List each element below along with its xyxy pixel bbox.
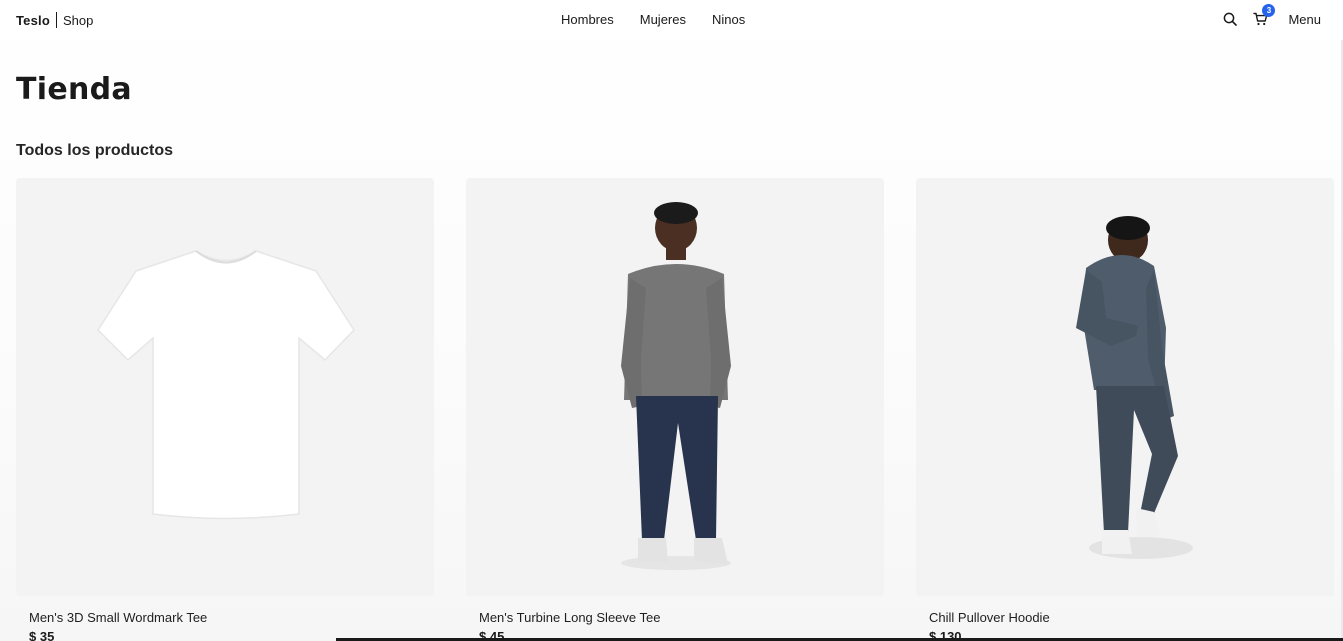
logo-link[interactable]: Teslo Shop xyxy=(16,12,93,28)
nav-link-hombres[interactable]: Hombres xyxy=(561,12,614,27)
nav-link-ninos[interactable]: Ninos xyxy=(712,12,745,27)
product-name[interactable]: Men's 3D Small Wordmark Tee xyxy=(29,610,207,625)
page-subtitle: Todos los productos xyxy=(16,142,174,159)
product-image[interactable] xyxy=(916,178,1334,596)
product-image[interactable] xyxy=(16,178,434,596)
pullover-hoodie-model-image xyxy=(1076,216,1193,559)
white-tshirt-image xyxy=(97,250,355,520)
header-actions: 3 Menu xyxy=(1222,4,1321,28)
cart-button[interactable]: 3 xyxy=(1252,4,1276,28)
logo-shop-label: Shop xyxy=(63,12,94,28)
product-name[interactable]: Chill Pullover Hoodie xyxy=(929,610,1050,625)
search-button[interactable] xyxy=(1222,10,1238,28)
top-navbar: Teslo Shop Hombres Mujeres Ninos 3 Menu xyxy=(0,0,1343,40)
main-nav: Hombres Mujeres Ninos xyxy=(561,12,745,27)
product-card[interactable]: Chill Pullover Hoodie $ 130 xyxy=(916,178,1334,641)
product-price: $ 35 xyxy=(29,629,55,641)
product-image[interactable] xyxy=(466,178,884,596)
logo-brand: Teslo xyxy=(16,12,50,28)
product-card[interactable]: Men's 3D Small Wordmark Tee $ 35 xyxy=(16,178,434,641)
cart-count-badge: 3 xyxy=(1262,4,1276,17)
search-icon xyxy=(1224,12,1238,26)
logo-divider xyxy=(56,12,57,28)
menu-button[interactable]: Menu xyxy=(1288,12,1321,27)
product-card[interactable]: Men's Turbine Long Sleeve Tee $ 45 xyxy=(466,178,884,641)
page-title: Tienda xyxy=(16,72,132,107)
product-name[interactable]: Men's Turbine Long Sleeve Tee xyxy=(479,610,660,625)
long-sleeve-tee-model-image xyxy=(621,202,731,570)
nav-link-mujeres[interactable]: Mujeres xyxy=(640,12,686,27)
